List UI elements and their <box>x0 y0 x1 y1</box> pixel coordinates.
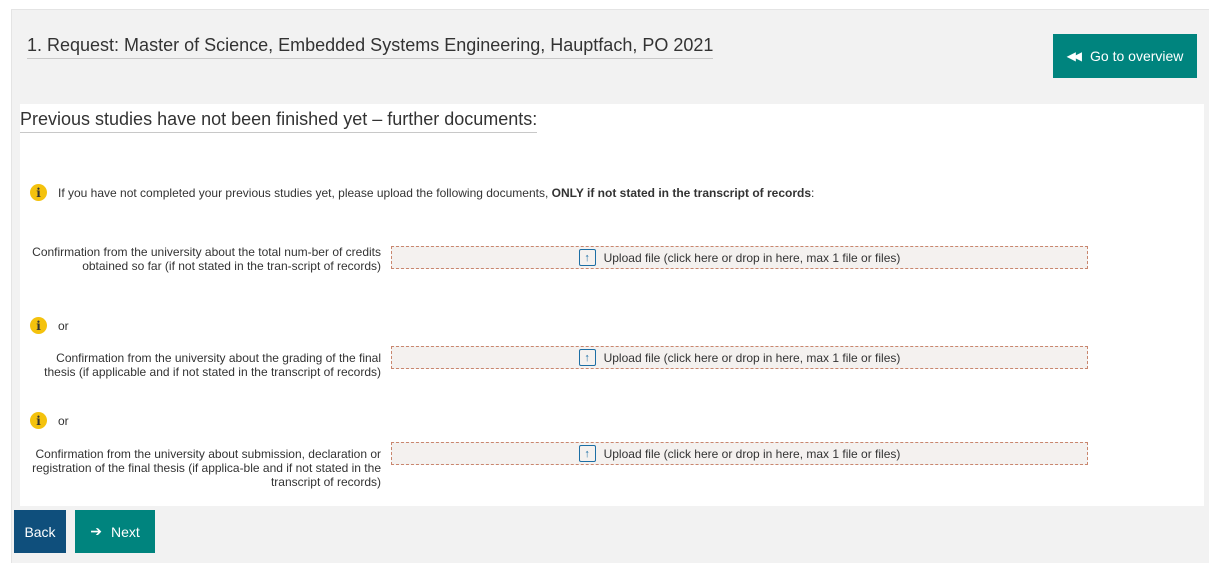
or-label: or <box>58 318 69 333</box>
section-title: Previous studies have not been finished … <box>20 109 538 133</box>
documents-panel: Previous studies have not been finished … <box>20 104 1204 506</box>
upload-label: Upload file (click here or drop in here,… <box>603 250 901 265</box>
upload-icon: ↑ <box>578 249 596 266</box>
upload-icon: ↑ <box>578 349 596 366</box>
arrow-right-icon: ➔ <box>90 523 102 539</box>
upload-icon: ↑ <box>578 445 596 462</box>
upload-dropzone-thesis-submission[interactable]: ↑ Upload file (click here or drop in her… <box>391 442 1088 465</box>
request-title: 1. Request: Master of Science, Embedded … <box>27 35 714 59</box>
upload-dropzone-thesis-grading[interactable]: ↑ Upload file (click here or drop in her… <box>391 346 1088 369</box>
double-chevron-left-icon: ◀◀ <box>1066 49 1083 63</box>
or-label: or <box>58 413 69 428</box>
request-container: 1. Request: Master of Science, Embedded … <box>11 9 1209 563</box>
go-to-overview-label: Go to overview <box>1090 48 1184 64</box>
document-label-thesis-grading: Confirmation from the university about t… <box>44 351 381 379</box>
or-separator: i or <box>30 317 69 334</box>
info-icon: i <box>30 317 47 334</box>
go-to-overview-button[interactable]: ◀◀ Go to overview <box>1053 34 1197 78</box>
hint-text: If you have not completed your previous … <box>58 185 815 200</box>
next-label: Next <box>110 523 140 540</box>
back-button[interactable]: Back <box>14 510 66 553</box>
info-icon: i <box>30 412 47 429</box>
upload-hint: i If you have not completed your previou… <box>30 184 814 201</box>
next-button[interactable]: ➔ Next <box>75 510 155 553</box>
document-label-credits: Confirmation from the university about t… <box>32 245 381 273</box>
upload-dropzone-credits[interactable]: ↑ Upload file (click here or drop in her… <box>391 246 1088 269</box>
upload-label: Upload file (click here or drop in here,… <box>603 350 901 365</box>
info-icon: i <box>30 184 47 201</box>
upload-label: Upload file (click here or drop in here,… <box>603 446 901 461</box>
document-label-thesis-submission: Confirmation from the university about s… <box>32 447 381 489</box>
or-separator: i or <box>30 412 69 429</box>
